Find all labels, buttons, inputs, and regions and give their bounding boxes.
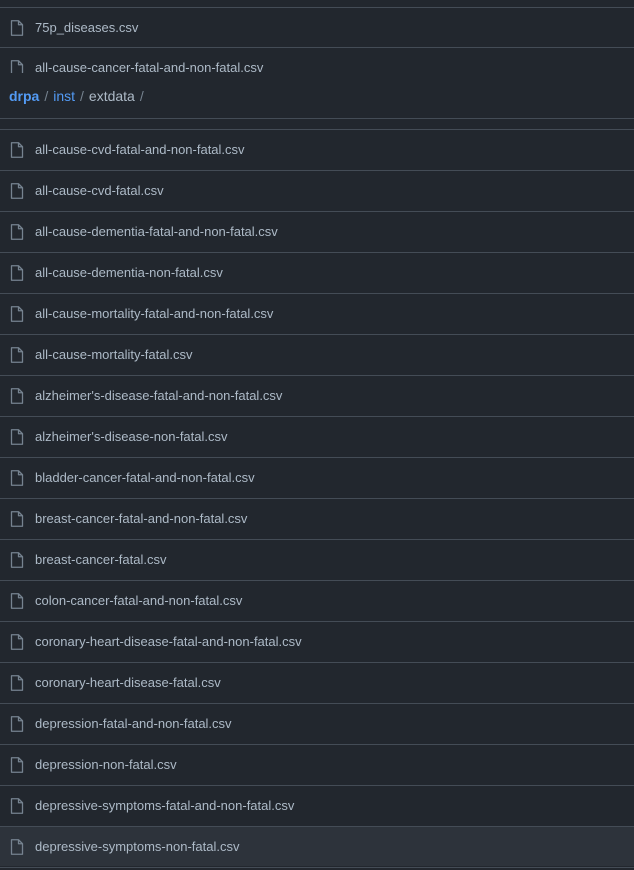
- file-browser: 75p_diseases.csv all-cause-cancer-fatal-…: [0, 0, 634, 870]
- file-name-link[interactable]: 75p_diseases.csv: [35, 20, 138, 35]
- file-icon: [9, 428, 25, 445]
- file-row[interactable]: alzheimer's-disease-fatal-and-non-fatal.…: [0, 375, 634, 415]
- file-row[interactable]: bladder-cancer-fatal-and-non-fatal.csv: [0, 457, 634, 497]
- file-name-link[interactable]: all-cause-dementia-fatal-and-non-fatal.c…: [35, 224, 278, 239]
- file-name-link[interactable]: coronary-heart-disease-fatal.csv: [35, 675, 221, 690]
- file-icon: [9, 838, 25, 855]
- file-icon: [9, 633, 25, 650]
- file-icon: [9, 756, 25, 773]
- file-icon: [9, 387, 25, 404]
- file-name-link[interactable]: all-cause-cvd-fatal-and-non-fatal.csv: [35, 142, 245, 157]
- breadcrumb-folder-link[interactable]: inst: [53, 88, 75, 104]
- file-icon: [9, 674, 25, 691]
- file-name-link[interactable]: all-cause-cvd-fatal.csv: [35, 183, 164, 198]
- file-row[interactable]: all-cause-dementia-non-fatal.csv: [0, 252, 634, 292]
- file-name-link[interactable]: colon-cancer-fatal-and-non-fatal.csv: [35, 593, 242, 608]
- file-name-link[interactable]: all-cause-mortality-fatal-and-non-fatal.…: [35, 306, 273, 321]
- breadcrumb-repo-link[interactable]: drpa: [9, 88, 39, 104]
- file-row[interactable]: depressive-symptoms-fatal-and-non-fatal.…: [0, 785, 634, 825]
- file-name-link[interactable]: depressive-symptoms-fatal-and-non-fatal.…: [35, 798, 294, 813]
- file-row[interactable]: all-cause-dementia-fatal-and-non-fatal.c…: [0, 211, 634, 251]
- file-name-link[interactable]: all-cause-mortality-fatal.csv: [35, 347, 193, 362]
- file-row[interactable]: colon-cancer-fatal-and-non-fatal.csv: [0, 580, 634, 620]
- divider: [0, 867, 634, 868]
- breadcrumb-separator: /: [44, 87, 49, 104]
- file-name-link[interactable]: depressive-symptoms-non-fatal.csv: [35, 839, 239, 854]
- file-icon: [9, 715, 25, 732]
- file-row[interactable]: depression-non-fatal.csv: [0, 744, 634, 784]
- file-row[interactable]: all-cause-mortality-fatal.csv: [0, 334, 634, 374]
- file-icon: [9, 264, 25, 281]
- file-icon: [9, 141, 25, 158]
- breadcrumb-current: extdata: [88, 87, 135, 104]
- file-row[interactable]: depressive-symptoms-non-fatal.csv: [0, 826, 634, 866]
- file-icon: [9, 592, 25, 609]
- file-icon: [9, 223, 25, 240]
- file-icon: [9, 182, 25, 199]
- file-icon: [9, 19, 25, 36]
- breadcrumb: drpa / inst / extdata /: [0, 73, 634, 119]
- file-icon: [9, 305, 25, 322]
- file-row[interactable]: all-cause-cvd-fatal-and-non-fatal.csv: [0, 129, 634, 169]
- file-row[interactable]: coronary-heart-disease-fatal-and-non-fat…: [0, 621, 634, 661]
- file-icon: [9, 469, 25, 486]
- file-name-link[interactable]: all-cause-dementia-non-fatal.csv: [35, 265, 223, 280]
- file-icon: [9, 510, 25, 527]
- file-row[interactable]: all-cause-cvd-fatal.csv: [0, 170, 634, 210]
- breadcrumb-separator: /: [80, 87, 84, 104]
- file-row[interactable]: depression-fatal-and-non-fatal.csv: [0, 703, 634, 743]
- file-icon: [9, 346, 25, 363]
- file-name-link[interactable]: breast-cancer-fatal-and-non-fatal.csv: [35, 511, 247, 526]
- file-icon: [9, 797, 25, 814]
- file-row[interactable]: 75p_diseases.csv: [0, 7, 634, 47]
- file-name-link[interactable]: bladder-cancer-fatal-and-non-fatal.csv: [35, 470, 255, 485]
- file-icon: [9, 551, 25, 568]
- file-row[interactable]: all-cause-mortality-fatal-and-non-fatal.…: [0, 293, 634, 333]
- file-row[interactable]: breast-cancer-fatal.csv: [0, 539, 634, 579]
- file-row[interactable]: coronary-heart-disease-fatal.csv: [0, 662, 634, 702]
- file-name-link[interactable]: breast-cancer-fatal.csv: [35, 552, 167, 567]
- file-name-link[interactable]: depression-non-fatal.csv: [35, 757, 177, 772]
- file-name-link[interactable]: coronary-heart-disease-fatal-and-non-fat…: [35, 634, 302, 649]
- spacer: [0, 119, 634, 129]
- file-name-link[interactable]: alzheimer's-disease-fatal-and-non-fatal.…: [35, 388, 282, 403]
- breadcrumb-trailing-separator: /: [139, 87, 144, 104]
- file-name-link[interactable]: alzheimer's-disease-non-fatal.csv: [35, 429, 228, 444]
- file-row[interactable]: breast-cancer-fatal-and-non-fatal.csv: [0, 498, 634, 538]
- file-row[interactable]: alzheimer's-disease-non-fatal.csv: [0, 416, 634, 456]
- file-name-link[interactable]: depression-fatal-and-non-fatal.csv: [35, 716, 232, 731]
